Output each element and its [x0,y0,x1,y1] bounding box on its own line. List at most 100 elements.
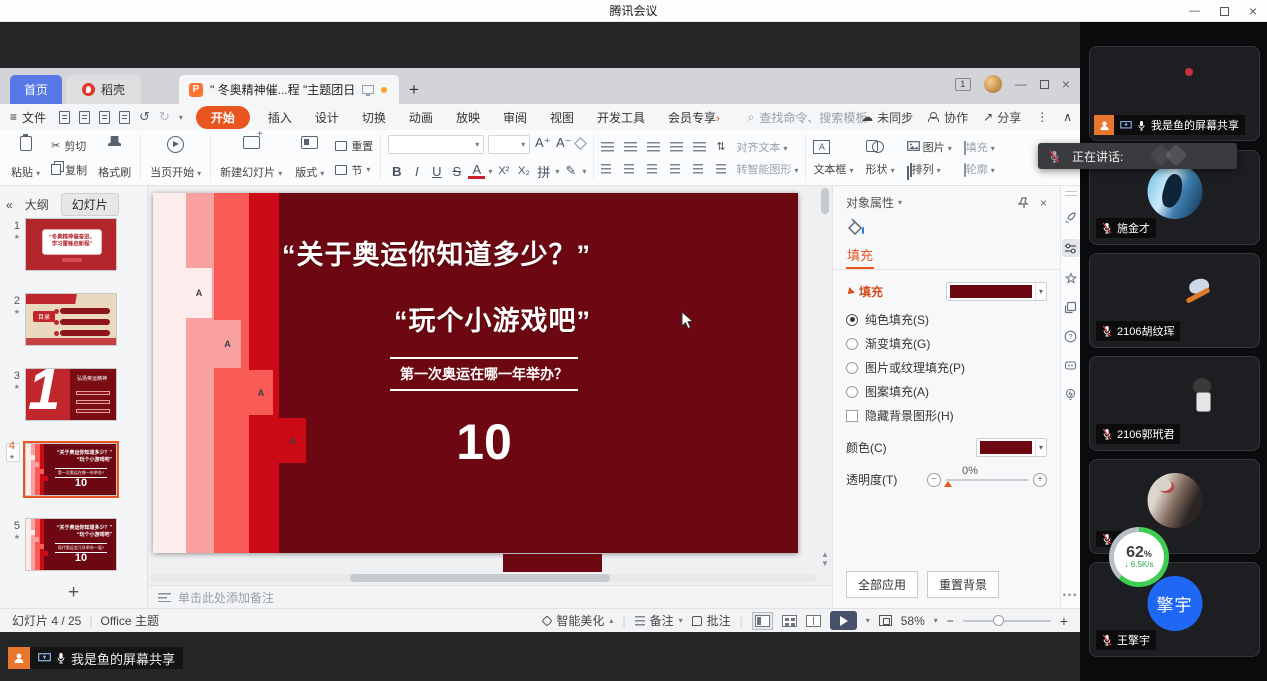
slider-minus-button[interactable]: − [927,473,941,487]
fit-slide-icon[interactable] [879,615,892,626]
menu-tab-start[interactable]: 开始 [196,106,250,129]
play-options-caret-icon[interactable]: ▾ [866,616,870,625]
numbered-list-icon[interactable] [624,142,637,152]
close-icon[interactable]: × [1249,3,1257,19]
underline-button[interactable]: U [428,164,445,179]
transparency-slider[interactable]: − 0% + [927,473,1047,487]
wps-close-icon[interactable]: × [1062,76,1070,92]
slide-title-line-1[interactable]: “关于奥运你知道多少？” [282,233,591,272]
notes-toggle-button[interactable]: 备注 ▾ [635,612,683,629]
redo-icon[interactable]: ↻ [159,109,170,125]
zoom-in-button[interactable]: + [1060,613,1068,629]
slider-plus-button[interactable]: + [1033,473,1047,487]
smart-beautify-button[interactable]: 智能美化 ▴ [543,612,613,629]
bullet-list-icon[interactable] [601,142,614,152]
canvas-hscrollbar[interactable] [150,574,816,582]
slide-thumbnail-5[interactable]: “关于奥运你知道多少？”“玩个小游戏吧” 现代奥运会几年举办一届? 10 [25,518,117,571]
color-dropdown[interactable]: ▾ [976,438,1047,457]
section-collapse-icon[interactable] [845,287,855,297]
zoom-slider[interactable] [963,620,1051,622]
menu-tab-transition[interactable]: 切换 [357,107,391,128]
slide-countdown-number[interactable]: 10 [390,413,578,471]
tab-slides[interactable]: 幻灯片 [61,193,119,216]
shapes-icon[interactable] [866,140,884,153]
menu-tab-animation[interactable]: 动画 [404,107,438,128]
slide-thumbnail-4[interactable]: “关于奥运你知道多少？”“玩个小游戏吧” 第一次奥运在哪一年举办? 10 [25,443,117,496]
section-button[interactable]: 节 ▾ [335,159,373,181]
reset-button[interactable]: 重置 [335,135,373,157]
inspiration-icon[interactable] [1063,387,1078,402]
justify-icon[interactable] [670,164,680,174]
offslide-shape[interactable] [503,554,602,572]
tab-home[interactable]: 首页 [10,75,62,104]
participant-tile[interactable]: 2106胡纹珲 [1089,253,1260,348]
menu-tab-insert[interactable]: 插入 [263,107,297,128]
spacing-icon[interactable] [716,164,726,174]
print-icon[interactable] [99,111,110,124]
align-text-button[interactable]: 对齐文本 ▾ [736,139,798,155]
copy-button[interactable]: 复制 [51,159,87,181]
textbox-button[interactable]: 文本框 ▾ [813,161,853,177]
new-slide-button[interactable]: 新建幻灯片 ▾ [218,135,284,181]
shapes-button[interactable]: 形状 ▾ [866,161,895,177]
font-size-select[interactable]: ▾ [488,135,530,154]
strip-more-icon[interactable]: ••• [1063,590,1078,600]
align-right-icon[interactable] [647,164,657,174]
menu-tab-member[interactable]: 会员专享› [663,107,725,128]
paste-button[interactable]: 粘贴 ▾ [9,135,42,181]
panel-drag-handle[interactable] [1065,191,1077,196]
wps-maximize-icon[interactable] [1040,80,1049,89]
effects-star-icon[interactable] [1063,271,1078,286]
notes-bar[interactable]: 单击此处添加备注 [148,585,832,608]
tab-document[interactable]: P " 冬奥精神催...程 "主题团日 [179,75,399,104]
account-avatar[interactable] [984,75,1002,93]
fill-color-dropdown[interactable]: ▾ [946,282,1047,301]
pin-icon[interactable] [1018,197,1030,209]
italic-button[interactable]: I [408,164,425,179]
docs-count-badge[interactable]: 1 [955,78,971,91]
slide-thumbnail-1[interactable]: “冬奥精神催奋进，学习雷锋启新程” [25,218,117,271]
menu-tab-design[interactable]: 设计 [310,107,344,128]
slide-title-line-2[interactable]: “玩个小游戏吧” [394,299,591,338]
undo-caret-icon[interactable]: ▾ [179,113,183,122]
layout-button[interactable]: 版式 ▾ [293,135,326,181]
cut-button[interactable]: ✂ 剪切 [51,135,87,157]
option-gradient-fill[interactable]: 渐变填充(G) [846,335,1047,352]
new-tab-button[interactable]: + [399,75,429,104]
more-menu-icon[interactable]: ⋮ [1036,110,1048,124]
bold-button[interactable]: B [388,164,405,179]
undo-icon[interactable]: ↺ [139,109,150,125]
outline-button[interactable]: 轮廓 ▾ [964,161,995,177]
assistant-icon[interactable] [1063,358,1078,373]
shrink-font-button[interactable]: A⁻ [555,135,572,154]
slide-canvas[interactable]: A A A A “关于奥运你知道多少？” “玩个小游戏吧” 第一次奥运在哪一年举… [148,186,832,608]
reset-background-button[interactable]: 重置背景 [927,571,999,598]
current-slide[interactable]: A A A A “关于奥运你知道多少？” “玩个小游戏吧” 第一次奥运在哪一年举… [153,193,798,553]
distribute-icon[interactable] [693,164,703,174]
slide-question[interactable]: 第一次奥运在哪一年举办？ [390,357,578,391]
object-properties-icon[interactable] [1062,239,1080,257]
maximize-icon[interactable] [1220,7,1229,16]
font-color-button[interactable]: A [468,163,485,179]
tab-outline[interactable]: 大纲 [25,196,49,213]
picture-button[interactable]: 图片 ▾ [907,139,952,155]
command-search[interactable]: ⌕ 查找命令、搜索模板 [748,109,868,126]
canvas-vscrollbar[interactable] [821,188,829,518]
export-icon[interactable] [79,111,90,124]
wps-minimize-icon[interactable]: — [1015,77,1027,91]
align-left-icon[interactable] [601,164,611,174]
arrange-button[interactable]: 排列 ▾ [907,161,952,177]
font-family-select[interactable]: ▾ [388,135,484,154]
share-button[interactable]: ↗ 分享 [983,109,1021,126]
apply-all-button[interactable]: 全部应用 [846,571,918,598]
normal-view-button[interactable] [752,612,773,630]
panel-close-icon[interactable]: × [1040,196,1047,210]
line-spacing-icon[interactable]: ⇅ [716,140,726,153]
option-hide-background[interactable]: 隐藏背景图形(H) [846,407,1047,424]
slideshow-play-button[interactable] [830,611,857,630]
comments-button[interactable]: 批注 [692,612,731,629]
collaborate-button[interactable]: 协作 [928,109,968,126]
prev-next-slide-buttons[interactable]: ▲▼ [819,550,831,568]
slide-thumbnail-2[interactable]: 目录 [25,293,117,346]
slide-thumbnail-3[interactable]: 1 弘扬奥运精神 [25,368,117,421]
